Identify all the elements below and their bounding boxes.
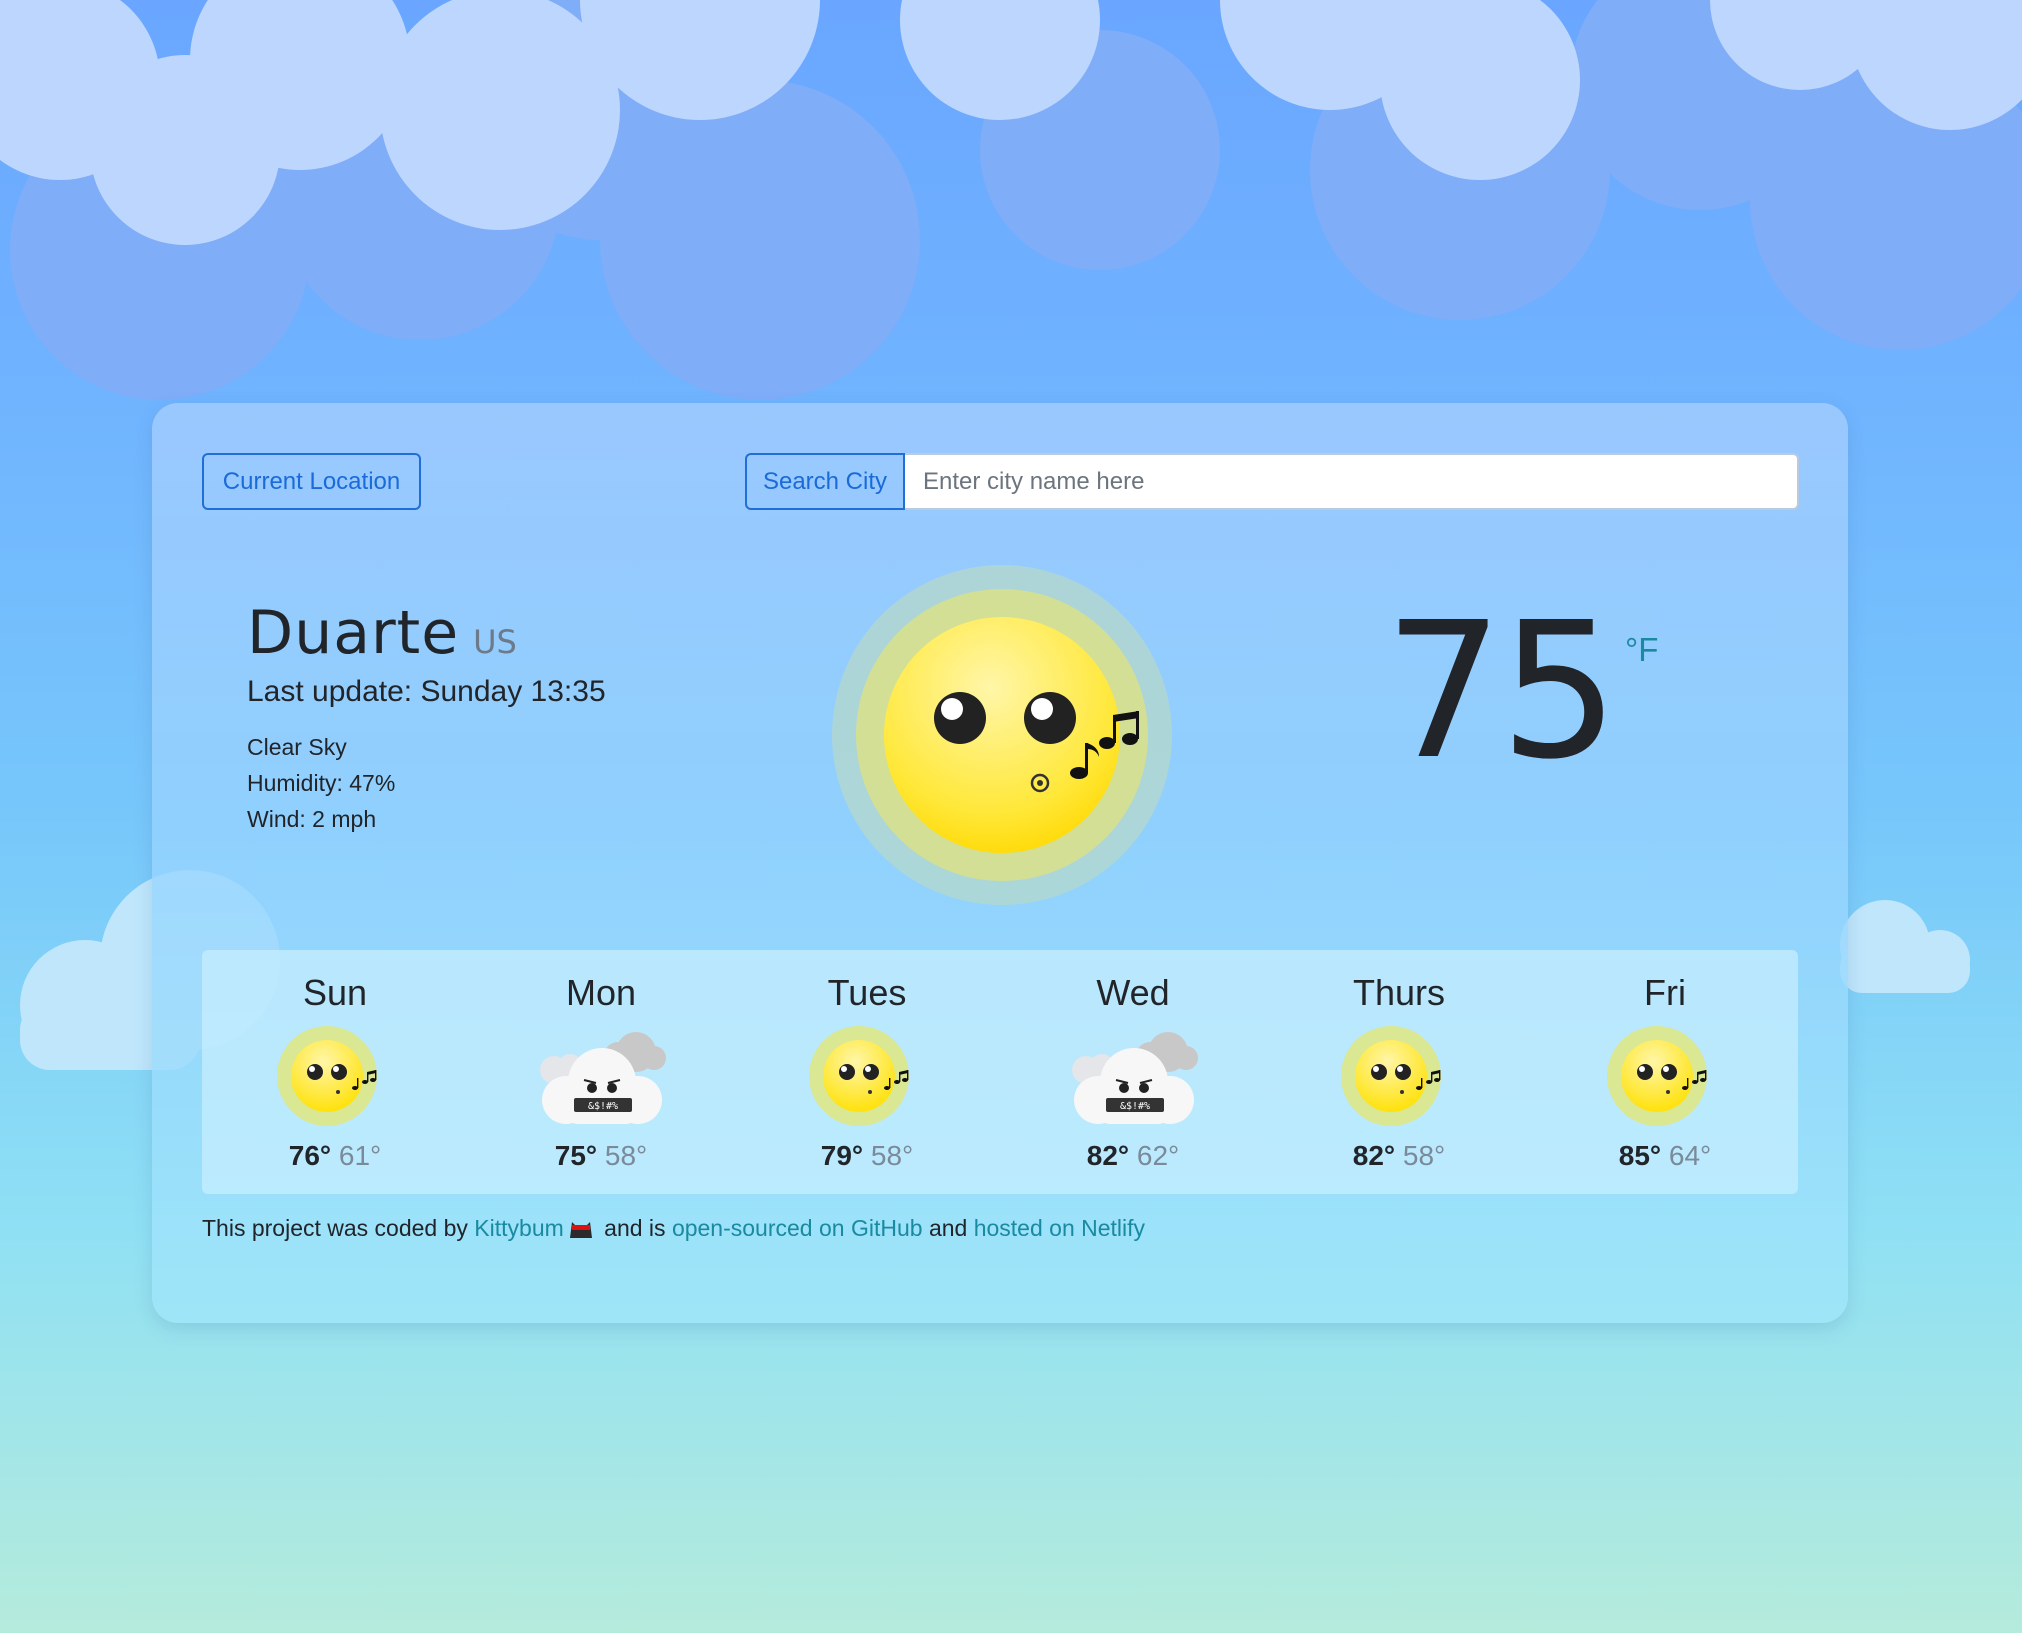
forecast-min-temp: 61°	[338, 1140, 382, 1171]
forecast-day-name: Fri	[1644, 972, 1686, 1013]
current-location-button[interactable]: Current Location	[202, 453, 421, 510]
forecast-min-temp: 62°	[1136, 1140, 1180, 1171]
forecast-max-temp: 79°	[820, 1140, 864, 1171]
netlify-link[interactable]: hosted on Netlify	[974, 1215, 1145, 1241]
current-temperature: 75	[1384, 582, 1619, 801]
sun-singing-icon	[832, 565, 1172, 905]
forecast-day-name: Thurs	[1352, 972, 1446, 1013]
forecast-max-temp: 82°	[1352, 1140, 1396, 1171]
weather-card: Current Location Search City Duarte US La…	[152, 403, 1848, 1323]
sun-singing-icon	[807, 1026, 927, 1126]
location-heading: Duarte US	[247, 598, 517, 668]
forecast-min-temp: 58°	[870, 1140, 914, 1171]
footer-credits: This project was coded by Kittybum and i…	[202, 1215, 1145, 1242]
last-update: Last update: Sunday 13:35	[247, 675, 606, 708]
forecast-temps: 82° 58°	[1266, 1140, 1532, 1172]
city-search-input[interactable]	[905, 453, 1799, 510]
cloud-grumpy-icon: &$!#%	[1058, 1026, 1208, 1126]
humidity: Humidity: 47%	[247, 770, 396, 796]
country-code: US	[473, 623, 517, 661]
github-link[interactable]: open-sourced on GitHub	[672, 1215, 923, 1241]
forecast-max-temp: 82°	[1086, 1140, 1130, 1171]
weather-description: Clear Sky	[247, 734, 347, 760]
cloud-grumpy-icon: &$!#%	[526, 1026, 676, 1126]
forecast-day-name: Mon	[565, 972, 637, 1013]
footer-and: and	[928, 1215, 968, 1241]
forecast-day-name: Sun	[302, 972, 368, 1013]
sun-singing-icon	[275, 1026, 395, 1126]
forecast-temps: 75° 58°	[468, 1140, 734, 1172]
temperature-unit[interactable]: °F	[1625, 631, 1658, 669]
forecast-temps: 85° 64°	[1532, 1140, 1798, 1172]
search-city-button[interactable]: Search City	[745, 453, 905, 510]
forecast-panel: Sun 76° 61° Mon &$!#% 75° 58° Tues 79° 5…	[202, 950, 1798, 1194]
weather-details: Clear Sky Humidity: 47% Wind: 2 mph	[247, 729, 395, 837]
sun-singing-icon	[1605, 1026, 1725, 1126]
forecast-min-temp: 58°	[604, 1140, 648, 1171]
forecast-day-name: Tues	[827, 972, 907, 1013]
sun-singing-icon	[1339, 1026, 1459, 1126]
forecast-max-temp: 85°	[1618, 1140, 1662, 1171]
forecast-temps: 79° 58°	[734, 1140, 1000, 1172]
svg-text:&$!#%: &$!#%	[588, 1101, 618, 1112]
forecast-temps: 76° 61°	[202, 1140, 468, 1172]
cat-emoji-icon	[569, 1222, 592, 1238]
city-name: Duarte	[247, 598, 460, 668]
forecast-min-temp: 64°	[1668, 1140, 1712, 1171]
forecast-min-temp: 58°	[1402, 1140, 1446, 1171]
svg-text:&$!#%: &$!#%	[1120, 1101, 1150, 1112]
footer-prefix: This project was coded by	[202, 1215, 468, 1241]
forecast-max-temp: 76°	[288, 1140, 332, 1171]
footer-middle: and is	[604, 1215, 666, 1241]
author-link[interactable]: Kittybum	[474, 1215, 563, 1241]
forecast-day-name: Wed	[1096, 972, 1170, 1013]
forecast-temps: 82° 62°	[1000, 1140, 1266, 1172]
forecast-max-temp: 75°	[554, 1140, 598, 1171]
wind: Wind: 2 mph	[247, 806, 377, 832]
